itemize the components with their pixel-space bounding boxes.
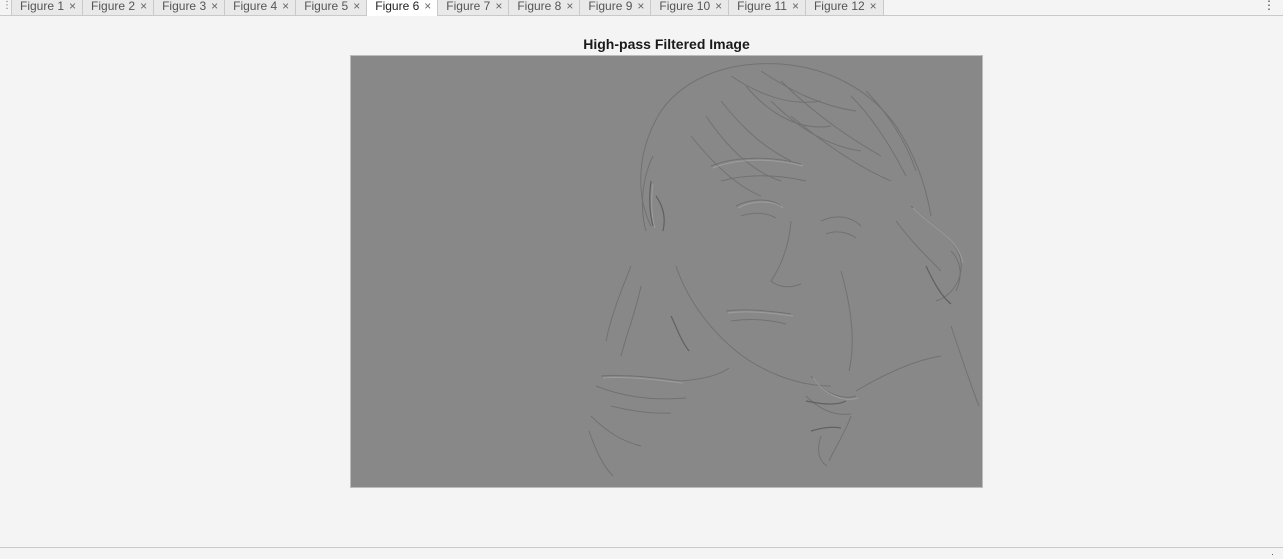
close-icon[interactable]: × bbox=[282, 0, 289, 12]
tab-figure-3[interactable]: Figure 3 × bbox=[154, 0, 226, 15]
close-icon[interactable]: × bbox=[637, 0, 644, 12]
tab-figure-10[interactable]: Figure 10 × bbox=[651, 0, 730, 15]
more-options-icon[interactable]: ⋮ bbox=[1263, 0, 1275, 11]
status-footer: · bbox=[0, 547, 1283, 559]
tab-label: Figure 6 bbox=[375, 0, 420, 13]
tab-figure-8[interactable]: Figure 8 × bbox=[509, 0, 581, 15]
tab-figure-2[interactable]: Figure 2 × bbox=[83, 0, 155, 15]
tab-figure-11[interactable]: Figure 11 × bbox=[729, 0, 806, 15]
close-icon[interactable]: × bbox=[140, 0, 147, 12]
close-icon[interactable]: × bbox=[424, 0, 431, 12]
close-icon[interactable]: × bbox=[715, 0, 722, 12]
tab-label: Figure 3 bbox=[162, 0, 207, 13]
filtered-image bbox=[350, 55, 983, 488]
close-icon[interactable]: × bbox=[353, 0, 360, 12]
tab-figure-5[interactable]: Figure 5 × bbox=[296, 0, 368, 15]
tab-label: Figure 4 bbox=[233, 0, 278, 13]
tab-figure-6[interactable]: Figure 6 × bbox=[367, 0, 439, 16]
tab-figure-9[interactable]: Figure 9 × bbox=[580, 0, 652, 15]
tab-label: Figure 9 bbox=[588, 0, 633, 13]
grip-icon[interactable]: ⋮ bbox=[2, 0, 12, 15]
close-icon[interactable]: × bbox=[211, 0, 218, 12]
close-icon[interactable]: × bbox=[566, 0, 573, 12]
close-icon[interactable]: × bbox=[69, 0, 76, 12]
tab-figure-7[interactable]: Figure 7 × bbox=[438, 0, 510, 15]
tab-figure-12[interactable]: Figure 12 × bbox=[805, 0, 884, 15]
close-icon[interactable]: × bbox=[495, 0, 502, 12]
tab-label: Figure 8 bbox=[517, 0, 562, 13]
tab-label: Figure 7 bbox=[446, 0, 491, 13]
close-icon[interactable]: × bbox=[870, 0, 877, 12]
figure-tab-bar: ⋮ Figure 1 × Figure 2 × Figure 3 × Figure 4 × Fi… bbox=[0, 0, 1283, 16]
tab-label: Figure 10 bbox=[659, 0, 711, 13]
figure-title: High-pass Filtered Image bbox=[583, 36, 750, 52]
edge-map-image bbox=[351, 56, 982, 487]
tab-label: Figure 1 bbox=[20, 0, 65, 13]
tab-label: Figure 11 bbox=[737, 0, 787, 13]
tab-label: Figure 2 bbox=[91, 0, 136, 13]
resize-handle-icon[interactable]: · bbox=[1271, 550, 1274, 559]
tab-label: Figure 5 bbox=[304, 0, 349, 13]
tab-figure-1[interactable]: Figure 1 × bbox=[11, 0, 84, 15]
close-icon[interactable]: × bbox=[792, 0, 799, 12]
tab-label: Figure 12 bbox=[813, 0, 865, 13]
tab-figure-4[interactable]: Figure 4 × bbox=[225, 0, 297, 15]
tab-strip: Figure 1 × Figure 2 × Figure 3 × Figure 4 × Figu… bbox=[11, 0, 884, 16]
